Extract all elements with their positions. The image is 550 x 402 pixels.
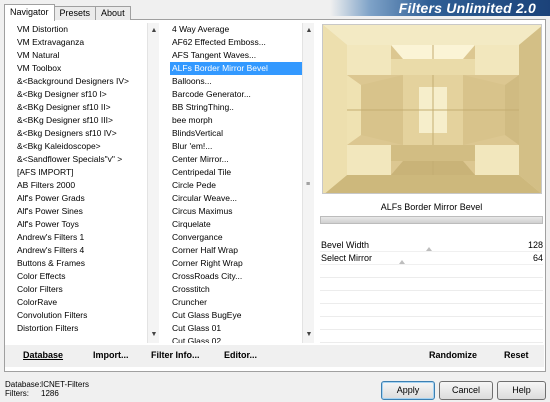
tab-about[interactable]: About bbox=[95, 6, 131, 20]
list-item[interactable]: VM Extravaganza bbox=[6, 36, 159, 49]
param-row-select-mirror[interactable]: Select Mirror 64 bbox=[320, 252, 543, 265]
list-item[interactable]: &<Background Designers IV> bbox=[6, 75, 159, 88]
list-item[interactable]: BlindsVertical bbox=[161, 127, 313, 140]
list-item[interactable]: Cut Glass 01 bbox=[161, 322, 313, 335]
param-row-bevel-width[interactable]: Bevel Width 128 bbox=[320, 239, 543, 252]
scroll-down-arrow-icon[interactable]: ▼ bbox=[148, 329, 160, 341]
randomize-button[interactable]: Randomize bbox=[429, 350, 477, 360]
list-item[interactable]: Convergance bbox=[161, 231, 313, 244]
list-item[interactable]: &<Bkg Designer sf10 I> bbox=[6, 88, 159, 101]
database-label: Database bbox=[23, 350, 64, 360]
list-item[interactable]: Center Mirror... bbox=[161, 153, 313, 166]
list-item[interactable]: Andrew's Filters 4 bbox=[6, 244, 159, 257]
list-item[interactable]: Alf's Power Grads bbox=[6, 192, 159, 205]
list-item[interactable]: Distortion Filters bbox=[6, 322, 159, 335]
list-item[interactable]: BB StringThing.. bbox=[161, 101, 313, 114]
list-item[interactable]: &<Bkg Designers sf10 IV> bbox=[6, 127, 159, 140]
list-item[interactable]: Circular Weave... bbox=[161, 192, 313, 205]
list-item[interactable]: Alf's Power Sines bbox=[6, 205, 159, 218]
filters-label: Filters: bbox=[5, 389, 29, 398]
app-title: Filters Unlimited 2.0 bbox=[398, 0, 536, 16]
database-info: Database:ICNET-Filters Filters: 1286 bbox=[5, 380, 89, 398]
progress-bar bbox=[320, 216, 543, 224]
filter-list-scrollbar[interactable]: ▲ ≡ ▼ bbox=[302, 23, 314, 343]
param-value: 64 bbox=[532, 253, 543, 263]
list-item[interactable]: Corner Right Wrap bbox=[161, 257, 313, 270]
action-bar: Database Import... Filter Info... Editor… bbox=[5, 345, 544, 367]
list-item[interactable]: Convolution Filters bbox=[6, 309, 159, 322]
param-row-empty bbox=[320, 330, 543, 343]
import-button[interactable]: Import... bbox=[93, 350, 129, 360]
list-item[interactable]: Andrew's Filters 1 bbox=[6, 231, 159, 244]
list-item[interactable]: CrossRoads City... bbox=[161, 270, 313, 283]
param-row-empty bbox=[320, 278, 543, 291]
filters-count: 1286 bbox=[41, 389, 59, 398]
scroll-down-arrow-icon[interactable]: ▼ bbox=[303, 329, 315, 341]
list-item[interactable]: ColorRave bbox=[6, 296, 159, 309]
scroll-up-arrow-icon[interactable]: ▲ bbox=[148, 25, 160, 37]
list-item[interactable]: bee morph bbox=[161, 114, 313, 127]
list-item[interactable]: Alf's Power Toys bbox=[6, 218, 159, 231]
slider-thumb-icon[interactable] bbox=[399, 260, 406, 264]
database-row: Database:ICNET-Filters bbox=[5, 380, 89, 389]
filters-row: Filters: 1286 bbox=[5, 389, 89, 398]
selected-filter-name: ALFs Border Mirror Bevel bbox=[320, 198, 543, 216]
list-item[interactable]: &<BKg Designer sf10 II> bbox=[6, 101, 159, 114]
list-item[interactable]: Crosstitch bbox=[161, 283, 313, 296]
param-row-empty bbox=[320, 317, 543, 330]
apply-button[interactable]: Apply bbox=[381, 381, 435, 400]
param-label: Select Mirror bbox=[321, 253, 373, 263]
scroll-grip-icon[interactable]: ≡ bbox=[306, 181, 310, 188]
reset-button[interactable]: Reset bbox=[504, 350, 529, 360]
list-item[interactable]: Cut Glass 02 bbox=[161, 335, 313, 343]
filter-info-button[interactable]: Filter Info... bbox=[151, 350, 200, 360]
list-item[interactable]: AB Filters 2000 bbox=[6, 179, 159, 192]
list-item[interactable]: Cut Glass BugEye bbox=[161, 309, 313, 322]
category-list-scrollbar[interactable]: ▲ ▼ bbox=[147, 23, 159, 343]
list-item[interactable]: Circus Maximus bbox=[161, 205, 313, 218]
list-item[interactable]: Cirquelate bbox=[161, 218, 313, 231]
tab-navigator[interactable]: Navigator bbox=[4, 4, 55, 21]
param-row-empty bbox=[320, 265, 543, 278]
list-item[interactable]: VM Distortion bbox=[6, 23, 159, 36]
list-item[interactable]: VM Natural bbox=[6, 49, 159, 62]
cancel-button[interactable]: Cancel bbox=[439, 381, 493, 400]
database-value: ICNET-Filters bbox=[41, 380, 89, 389]
list-item[interactable]: ALFs Border Mirror Bevel bbox=[170, 62, 313, 75]
tab-presets[interactable]: Presets bbox=[53, 6, 97, 20]
list-item[interactable]: Barcode Generator... bbox=[161, 88, 313, 101]
list-item[interactable]: &<Sandflower Specials"v" > bbox=[6, 153, 159, 166]
list-item[interactable]: Cruncher bbox=[161, 296, 313, 309]
param-row-empty bbox=[320, 304, 543, 317]
list-item[interactable]: Blur 'em!... bbox=[161, 140, 313, 153]
list-item[interactable]: Color Filters bbox=[6, 283, 159, 296]
param-value: 128 bbox=[527, 240, 543, 250]
tab-strip: Navigator Presets About bbox=[4, 4, 131, 21]
list-item[interactable]: Corner Half Wrap bbox=[161, 244, 313, 257]
filter-list[interactable]: 4 Way Average AF62 Effected Emboss... AFS … bbox=[161, 23, 313, 343]
param-label: Bevel Width bbox=[321, 240, 370, 250]
list-item[interactable]: Balloons... bbox=[161, 75, 313, 88]
editor-button[interactable]: Editor... bbox=[224, 350, 257, 360]
list-item[interactable]: AFS Tangent Waves... bbox=[161, 49, 313, 62]
list-item[interactable]: Color Effects bbox=[6, 270, 159, 283]
param-row-empty bbox=[320, 291, 543, 304]
list-item[interactable]: &<BKg Designer sf10 III> bbox=[6, 114, 159, 127]
list-item[interactable]: AF62 Effected Emboss... bbox=[161, 36, 313, 49]
category-list[interactable]: VM Distortion VM Extravaganza VM Natural VM… bbox=[6, 23, 159, 343]
help-button[interactable]: Help bbox=[497, 381, 546, 400]
list-item[interactable]: &<Bkg Kaleidoscope> bbox=[6, 140, 159, 153]
slider-thumb-icon[interactable] bbox=[425, 247, 432, 251]
list-item[interactable]: VM Toolbox bbox=[6, 62, 159, 75]
list-item[interactable]: [AFS IMPORT] bbox=[6, 166, 159, 179]
list-item[interactable]: 4 Way Average bbox=[161, 23, 313, 36]
database-button[interactable]: Database bbox=[23, 350, 63, 360]
scroll-up-arrow-icon[interactable]: ▲ bbox=[303, 25, 315, 37]
filter-preview-image bbox=[322, 24, 542, 194]
list-item[interactable]: Circle Pede bbox=[161, 179, 313, 192]
list-item[interactable]: Buttons & Frames bbox=[6, 257, 159, 270]
database-label: Database: bbox=[5, 380, 42, 389]
parameter-list: Bevel Width 128 Select Mirror 64 bbox=[320, 239, 543, 343]
list-item[interactable]: Centripedal Tile bbox=[161, 166, 313, 179]
